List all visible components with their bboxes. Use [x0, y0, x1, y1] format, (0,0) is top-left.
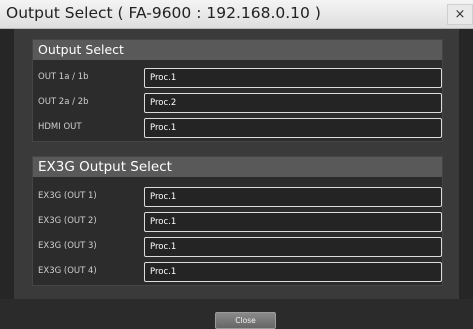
row-ex3g-out-4: EX3G (OUT 4) Proc.1	[33, 262, 444, 283]
row-ex3g-out-2: EX3G (OUT 2) Proc.1	[33, 212, 444, 233]
out-2a-2b-select[interactable]: Proc.2	[144, 93, 442, 113]
window-title: Output Select ( FA-9600 : 192.168.0.10 )	[6, 4, 321, 22]
hdmi-out-select[interactable]: Proc.1	[144, 118, 442, 138]
section-header: EX3G Output Select	[33, 157, 442, 177]
out-1a-1b-select[interactable]: Proc.1	[144, 68, 442, 88]
row-label: OUT 2a / 2b	[38, 97, 89, 107]
dialog-content: Output Select OUT 1a / 1b Proc.1 OUT 2a …	[14, 29, 459, 299]
ex3g-out-4-select[interactable]: Proc.1	[144, 262, 442, 282]
ex3g-out-1-select[interactable]: Proc.1	[144, 187, 442, 207]
row-label: EX3G (OUT 4)	[38, 266, 97, 276]
output-select-dialog: Output Select ( FA-9600 : 192.168.0.10 )…	[0, 0, 473, 329]
output-select-section: Output Select OUT 1a / 1b Proc.1 OUT 2a …	[32, 39, 443, 142]
row-hdmi-out: HDMI OUT Proc.1	[33, 118, 444, 139]
title-bar: Output Select ( FA-9600 : 192.168.0.10 )…	[0, 0, 473, 29]
ex3g-out-3-select[interactable]: Proc.1	[144, 237, 442, 257]
row-label: EX3G (OUT 3)	[38, 241, 97, 251]
row-out-2a-2b: OUT 2a / 2b Proc.2	[33, 93, 444, 114]
row-label: EX3G (OUT 1)	[38, 191, 97, 201]
row-ex3g-out-1: EX3G (OUT 1) Proc.1	[33, 187, 444, 208]
row-label: OUT 1a / 1b	[38, 72, 89, 82]
row-label: HDMI OUT	[38, 122, 82, 132]
close-button[interactable]: Close	[215, 312, 276, 329]
section-header: Output Select	[33, 40, 442, 60]
dialog-footer: Close	[0, 299, 473, 329]
ex3g-output-select-section: EX3G Output Select EX3G (OUT 1) Proc.1 E…	[32, 156, 443, 286]
row-ex3g-out-3: EX3G (OUT 3) Proc.1	[33, 237, 444, 258]
row-out-1a-1b: OUT 1a / 1b Proc.1	[33, 68, 444, 89]
close-icon[interactable]: ×	[447, 4, 473, 25]
row-label: EX3G (OUT 2)	[38, 216, 97, 226]
ex3g-out-2-select[interactable]: Proc.1	[144, 212, 442, 232]
